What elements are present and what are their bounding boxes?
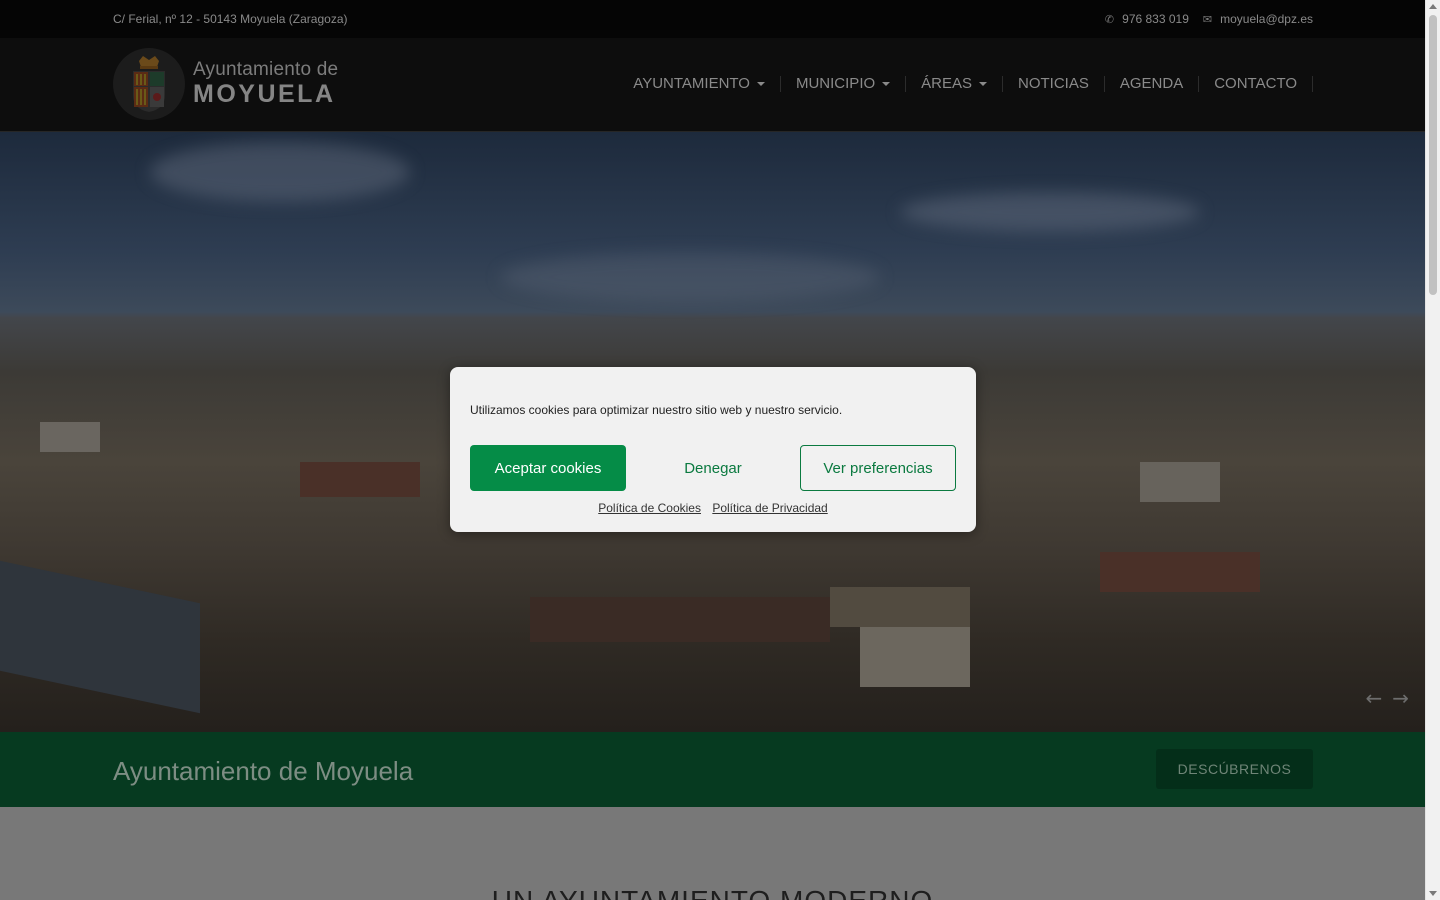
main-content: UN AYUNTAMIENTO MODERNO — [0, 807, 1425, 900]
phone-link[interactable]: ✆ 976 833 019 — [1105, 12, 1189, 26]
intro-band: Ayuntamiento de Moyuela DESCÚBRENOS — [0, 732, 1425, 807]
caret-down-icon — [882, 82, 891, 86]
cookie-policy-link[interactable]: Política de Cookies — [598, 501, 701, 515]
hero-wall-shape — [860, 627, 970, 687]
nav-item-contacto[interactable]: CONTACTO — [1199, 76, 1313, 92]
address-text: C/ Ferial, nº 12 - 50143 Moyuela (Zarago… — [113, 12, 348, 26]
site-logo[interactable]: Ayuntamiento de MOYUELA — [113, 48, 338, 120]
contact-info: ✆ 976 833 019 ✉ moyuela@dpz.es — [1105, 12, 1313, 26]
privacy-policy-link[interactable]: Política de Privacidad — [712, 501, 827, 515]
caret-down-icon — [979, 82, 988, 86]
nav-label: ÁREAS — [921, 75, 973, 92]
hero-roof-shape — [830, 587, 970, 627]
nav-label: AYUNTAMIENTO — [633, 75, 750, 92]
band-title: Ayuntamiento de Moyuela — [113, 756, 414, 786]
cookie-consent-dialog: Utilizamos cookies para optimizar nuestr… — [450, 367, 976, 532]
next-arrow-icon[interactable]: → — [1392, 686, 1409, 710]
nav-item-ayuntamiento[interactable]: AYUNTAMIENTO — [618, 76, 781, 92]
hero-roof-shape — [0, 560, 200, 714]
deny-cookies-button[interactable]: Denegar — [635, 445, 791, 491]
page-scrollbar[interactable] — [1425, 0, 1440, 900]
hero-cloud — [500, 252, 880, 302]
caret-down-icon — [756, 82, 765, 86]
nav-label: NOTICIAS — [1018, 75, 1089, 92]
section-heading: UN AYUNTAMIENTO MODERNO — [0, 885, 1425, 900]
top-bar: C/ Ferial, nº 12 - 50143 Moyuela (Zarago… — [0, 0, 1425, 38]
scrollbar-thumb[interactable] — [1429, 15, 1437, 295]
nav-label: CONTACTO — [1214, 75, 1297, 92]
email-text: moyuela@dpz.es — [1220, 12, 1313, 26]
hero-cloud — [150, 142, 410, 202]
phone-icon: ✆ — [1104, 13, 1115, 26]
envelope-icon: ✉ — [1202, 13, 1213, 26]
hero-cloud — [900, 192, 1200, 232]
nav-item-noticias[interactable]: NOTICIAS — [1003, 76, 1105, 92]
nav-item-areas[interactable]: ÁREAS — [906, 75, 1004, 92]
main-nav: AYUNTAMIENTO MUNICIPIO ÁREAS NOTICIAS AG… — [618, 76, 1313, 92]
phone-text: 976 833 019 — [1122, 12, 1189, 26]
hero-roof-shape — [530, 597, 830, 642]
email-link[interactable]: ✉ moyuela@dpz.es — [1203, 12, 1313, 26]
hero-roof-shape — [1100, 552, 1260, 592]
site-header: Ayuntamiento de MOYUELA AYUNTAMIENTO MUN… — [0, 38, 1425, 132]
hero-roof-shape — [300, 462, 420, 497]
policy-links: Política de Cookies Política de Privacid… — [450, 501, 976, 515]
accept-cookies-button[interactable]: Aceptar cookies — [470, 445, 626, 491]
logo-line-1: Ayuntamiento de — [193, 59, 339, 80]
scroll-up-icon[interactable] — [1429, 4, 1437, 9]
discover-button[interactable]: DESCÚBRENOS — [1156, 749, 1313, 789]
hero-wall-shape — [1140, 462, 1220, 502]
coat-of-arms-icon — [113, 48, 185, 120]
prev-arrow-icon[interactable]: ← — [1365, 686, 1382, 710]
nav-label: AGENDA — [1119, 75, 1184, 92]
nav-label: MUNICIPIO — [795, 75, 876, 92]
nav-item-municipio[interactable]: MUNICIPIO — [781, 75, 907, 92]
cookie-message: Utilizamos cookies para optimizar nuestr… — [470, 403, 843, 417]
view-preferences-button[interactable]: Ver preferencias — [800, 445, 956, 491]
scroll-down-icon[interactable] — [1429, 891, 1437, 896]
hero-wall-shape — [40, 422, 100, 452]
slider-arrows: ← → — [1365, 686, 1409, 710]
logo-line-2: MOYUELA — [193, 80, 336, 108]
nav-item-agenda[interactable]: AGENDA — [1105, 75, 1200, 92]
